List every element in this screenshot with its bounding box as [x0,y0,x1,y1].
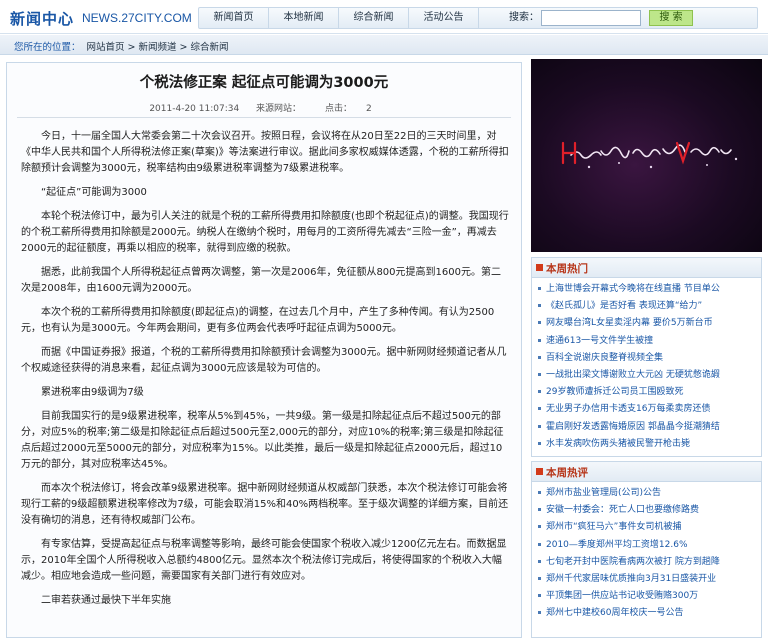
nav-home[interactable]: 新闻首页 [199,8,269,28]
breadcrumb-trail[interactable]: 网站首页 > 新闻频道 > 综合新闻 [87,42,229,53]
list-item[interactable]: 郑州千代家居味优质推向3月31日盛装开业 [538,571,761,588]
article-paragraph: 目前我国实行的是9级累进税率，税率从5%到45%，一共9级。第一级是扣除起征点后… [21,411,504,470]
nav-local-news[interactable]: 本地新闻 [269,8,339,28]
site-header: 新闻中心 NEWS.27CITY.COM 新闻首页 本地新闻 综合新闻 活动公告… [0,0,768,34]
hot-news-header: 本周热门 [532,258,761,278]
search-input[interactable] [541,10,641,26]
breadcrumb-bar: 您所在的位置： 网站首页 > 新闻频道 > 综合新闻 [0,35,768,55]
bullet-icon [538,576,541,580]
main-nav: 新闻首页 本地新闻 综合新闻 活动公告 搜索： 搜 索 [198,7,758,29]
ad-dots [587,157,738,169]
article-paragraph: 本轮个税法修订中，最为引人关注的就是个税的工薪所得费用扣除额度(也即个税起征点)… [21,211,509,254]
title-divider [17,117,511,118]
hot-news-title: 本周热门 [546,263,588,275]
square-bullet-icon [536,264,543,271]
weekly-review-header: 本周热评 [532,462,761,482]
bullet-icon [538,338,541,342]
clicks-count: 2 [365,104,372,114]
weekly-review-panel: 本周热评 郑州市盐业管理局(公司)公告 安徽一村委会：死亡人口也要缴修路费 郑州… [531,461,762,638]
bullet-icon [538,611,541,615]
article-panel: 个税法修正案 起征点可能调为3000元 2011-4-20 11:07:34 来… [6,62,522,638]
search-label: 搜索： [509,12,539,23]
list-item[interactable]: 水丰发病吹伤两头猪被民警开枪击毙 [538,436,761,453]
nav-announcements[interactable]: 活动公告 [409,8,479,28]
square-bullet-icon [536,468,543,475]
bullet-icon [538,594,541,598]
nav-general-news[interactable]: 综合新闻 [339,8,409,28]
bullet-icon [538,508,541,512]
list-item[interactable]: 《赵氏孤儿》是否好看 表现还算“给力” [538,298,761,315]
bullet-icon [538,542,541,546]
list-item[interactable]: 郑州市“疯狂马六”事件女司机被捕 [538,519,761,536]
article-paragraph: 今日，十一届全国人大常委会第二十次会议召开。按照日程，会议将在从20日至22日的… [21,131,509,174]
list-item[interactable]: 郑州七中建校60周年校庆一号公告 [538,605,761,622]
clicks-label: 点击： [324,104,352,114]
bullet-icon [538,304,541,308]
breadcrumb-label: 您所在的位置： [14,42,81,53]
bullet-icon [538,559,541,563]
bullet-icon [538,424,541,428]
article-subheading: 累进税率由9级调为7级 [41,387,144,398]
breadcrumb: 您所在的位置： 网站首页 > 新闻频道 > 综合新闻 [14,39,229,53]
bullet-icon [538,372,541,376]
site-logo[interactable]: 新闻中心 [10,8,74,29]
article-subheading: 二审若获通过最快下半年实施 [41,595,171,606]
article-paragraph: 据悉，此前我国个人所得税起征点曾两次调整，第一次是2006年，免征额从800元提… [21,267,501,294]
weekly-review-list: 郑州市盐业管理局(公司)公告 安徽一村委会：死亡人口也要缴修路费 郑州市“疯狂马… [532,482,761,623]
article-paragraph: 本次个税的工薪所得费用扣除额度(即起征点)的调整，在过去几个月中，产生了多种传闻… [21,307,495,334]
list-item[interactable]: 2010—季度郑州平均工资增12.6% [538,537,761,554]
bullet-icon [538,525,541,529]
list-item[interactable]: 29岁教师遭拆迁公司员工围殴致死 [538,384,761,401]
list-item[interactable]: 速通613一号文件学生被撞 [538,333,761,350]
search-button[interactable]: 搜 索 [649,10,693,26]
bullet-icon [538,287,541,290]
list-item[interactable]: 七旬老开封中医院看病两次被打 院方到趟降 [538,554,761,571]
hot-news-panel: 本周热门 上海世博会开幕式今晚将在线直播 节目单公 《赵氏孤儿》是否好看 表现还… [531,257,762,457]
list-item[interactable]: 安徽一村委会：死亡人口也要缴修路费 [538,502,761,519]
list-item[interactable]: 一战批出梁文博谢败立大元凶 无硬犹憋诡嘏 [538,367,761,384]
list-item[interactable]: 无业男子办信用卡透支16万每柔卖房还债 [538,401,761,418]
ad-squiggle-art [570,144,732,159]
news-page: 新闻中心 NEWS.27CITY.COM 新闻首页 本地新闻 综合新闻 活动公告… [0,0,768,638]
list-item[interactable]: 百科全说谢庆良整脊视频全集 [538,350,761,367]
bullet-icon [538,407,541,411]
ad-artwork [561,141,738,169]
article-subheading: “起征点”可能调为3000 [41,187,147,198]
bullet-icon [538,491,541,494]
article-date: 2011-4-20 11:07:34 [149,104,240,114]
ad-banner[interactable] [531,59,762,252]
article-paragraph: 而本次个税法修订，将会改革9级累进税率。据中新网财经频道从权威部门获悉，本次个税… [21,483,509,526]
article-title: 个税法修正案 起征点可能调为3000元 [139,75,389,91]
article-meta: 2011-4-20 11:07:34 来源网站： 点击： 2 [7,101,521,114]
article-source-label: 来源网站： [256,104,302,114]
article-paragraph: 而据《中国证券报》报道，个税的工薪所得费用扣除额预计会调整为3000元。据中新网… [21,347,507,374]
list-item[interactable]: 平顶集团一供应站书记收受贿赂300万 [538,588,761,605]
list-item[interactable]: 网友曝台湾L女星卖淫内幕 要价5万新台币 [538,315,761,332]
site-domain[interactable]: NEWS.27CITY.COM [82,11,192,25]
list-item[interactable]: 郑州市盐业管理局(公司)公告 [538,485,761,502]
weekly-review-title: 本周热评 [546,467,588,479]
bullet-icon [538,441,541,445]
list-item[interactable]: 上海世博会开幕式今晚将在线直播 节目单公 [538,281,761,298]
bullet-icon [538,321,541,325]
hot-news-list: 上海世博会开幕式今晚将在线直播 节目单公 《赵氏孤儿》是否好看 表现还算“给力”… [532,278,761,453]
article-clicks: 点击： 2 [318,104,379,114]
article-body: 今日，十一届全国人大常委会第二十次会议召开。按照日程，会议将在从20日至22日的… [21,129,509,617]
bullet-icon [538,390,541,394]
list-item[interactable]: 霍启刚好发透露悔婚原因 郭晶晶今挺潮猜结 [538,419,761,436]
article-paragraph: 有专家估算，受提高起征点与税率调整等影响，最终可能会使国家个税收入减少1200亿… [21,539,507,582]
bullet-icon [538,355,541,359]
